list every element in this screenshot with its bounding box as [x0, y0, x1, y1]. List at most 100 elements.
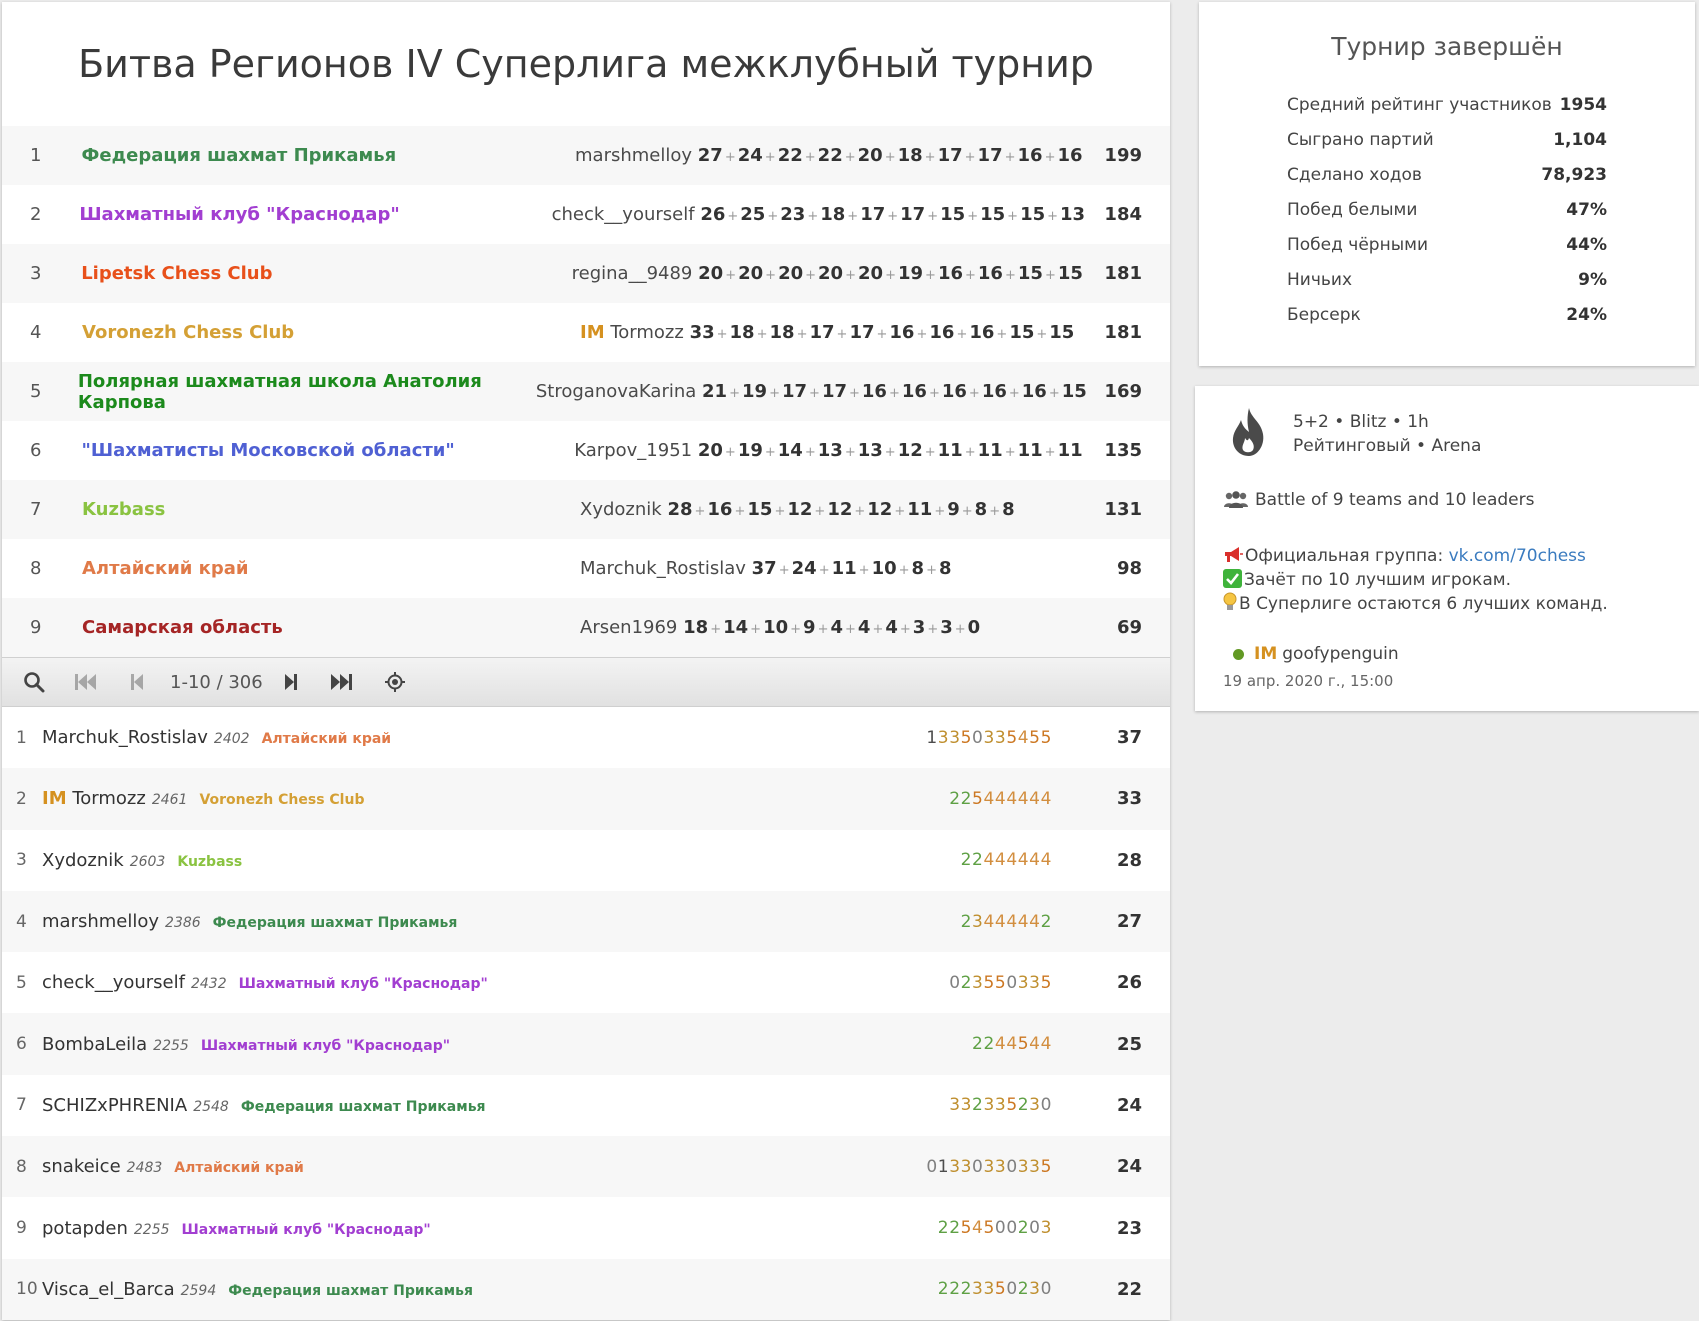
- plus-sign: +: [716, 327, 728, 342]
- leader-score: 16: [981, 381, 1007, 402]
- leader-name[interactable]: regina__9489: [572, 263, 693, 284]
- player-rank: 3: [16, 850, 27, 871]
- player-rank: 10: [16, 1279, 38, 1300]
- player-name[interactable]: Xydoznik: [42, 850, 124, 871]
- leader-name[interactable]: check__yourself: [552, 204, 695, 225]
- plus-sign: +: [1044, 268, 1056, 283]
- creator-title: IM: [1254, 644, 1278, 664]
- team-row[interactable]: 1 Федерация шахмат Прикамья marshmelloy 27…: [2, 126, 1170, 185]
- leader-name[interactable]: Karpov_1951: [574, 440, 692, 461]
- team-row[interactable]: 4 Voronezh Chess Club IM Tormozz 33 +18 +18 +…: [2, 303, 1170, 362]
- player-name[interactable]: check__yourself: [42, 972, 185, 993]
- search-button[interactable]: [8, 658, 60, 706]
- player-team[interactable]: Федерация шахмат Прикамья: [228, 1283, 473, 1299]
- player-team[interactable]: Kuzbass: [177, 854, 242, 870]
- leader-name[interactable]: Marchuk_Rostislav: [580, 558, 746, 579]
- player-name[interactable]: snakeice: [42, 1156, 121, 1177]
- leader-score: 17: [937, 145, 963, 166]
- player-team[interactable]: Алтайский край: [262, 731, 392, 747]
- plus-sign: +: [807, 209, 819, 224]
- player-name[interactable]: marshmelloy: [42, 911, 159, 932]
- leader-score: 3: [912, 617, 926, 638]
- player-row[interactable]: 5 check__yourself 2432 Шахматный клуб "Крас…: [2, 952, 1170, 1013]
- last-page-icon: [330, 674, 352, 690]
- team-row[interactable]: 6 "Шахматисты Московской области" Karpov_1…: [2, 421, 1170, 480]
- leader-name[interactable]: marshmelloy: [575, 145, 692, 166]
- player-row[interactable]: 8 snakeice 2483 Алтайский край 01330330335 24: [2, 1136, 1170, 1198]
- leader-score: 11: [831, 558, 857, 579]
- plus-sign: +: [804, 445, 816, 460]
- team-name[interactable]: Lipetsk Chess Club: [81, 263, 571, 284]
- player-name[interactable]: Visca_el_Barca: [42, 1279, 175, 1300]
- plus-sign: +: [854, 504, 866, 519]
- player-score-sheet: 2223350230: [937, 1279, 1052, 1300]
- last-page-button[interactable]: [311, 658, 373, 706]
- player-total-score: 27: [1116, 911, 1142, 933]
- plus-sign: +: [1044, 445, 1056, 460]
- leader-score: 18: [820, 204, 846, 225]
- team-row[interactable]: 5 Полярная шахматная школа Анатолия Карпо…: [2, 362, 1170, 421]
- next-page-button[interactable]: [271, 658, 311, 706]
- player-row[interactable]: 4 marshmelloy 2386 Федерация шахмат Прикамь…: [2, 890, 1170, 953]
- leader-score: 17: [977, 145, 1003, 166]
- leader-score: 12: [867, 499, 893, 520]
- leader-score: 13: [857, 440, 883, 461]
- player-team[interactable]: Шахматный клуб "Краснодар": [239, 976, 488, 992]
- team-row[interactable]: 3 Lipetsk Chess Club regina__9489 20 +20 +20…: [2, 244, 1170, 303]
- player-team[interactable]: Федерация шахмат Прикамья: [241, 1099, 486, 1115]
- player-name[interactable]: Tormozz: [72, 788, 145, 809]
- player-name[interactable]: potapden: [42, 1218, 128, 1239]
- team-row[interactable]: 2 Шахматный клуб "Краснодар" check__yourse…: [2, 185, 1170, 244]
- team-name[interactable]: Алтайский край: [82, 558, 580, 579]
- player-team[interactable]: Алтайский край: [174, 1160, 304, 1176]
- team-name[interactable]: Voronezh Chess Club: [82, 322, 580, 343]
- leader-name[interactable]: Tormozz: [610, 322, 683, 343]
- player-name[interactable]: Marchuk_Rostislav: [42, 727, 208, 748]
- leader-score: 20: [858, 263, 884, 284]
- leader-name[interactable]: StroganovaKarina: [536, 381, 696, 402]
- player-name[interactable]: BombaLeila: [42, 1034, 147, 1055]
- plus-sign: +: [1047, 209, 1059, 224]
- plus-sign: +: [750, 622, 762, 637]
- stat-value: 47%: [1566, 199, 1607, 220]
- leader-name[interactable]: Arsen1969: [580, 617, 677, 638]
- player-total-score: 37: [1116, 727, 1142, 749]
- player-row[interactable]: 3 Xydoznik 2603 Kuzbass 22444444 28: [2, 830, 1170, 891]
- player-score-sheet: 2254500203: [937, 1218, 1052, 1239]
- player-title: IM: [42, 788, 67, 810]
- plus-sign: +: [989, 504, 1001, 519]
- player-row[interactable]: 2 IM Tormozz 2461 Voronezh Chess Club 225444…: [2, 768, 1170, 830]
- team-row[interactable]: 7 Kuzbass Xydoznik 28 +16 +15 +12 +12 +12 +11 +9 +…: [2, 480, 1170, 539]
- player-team[interactable]: Voronezh Chess Club: [199, 792, 364, 808]
- tournament-title: Битва Регионов IV Суперлига межклубный т…: [78, 42, 1094, 86]
- player-row[interactable]: 1 Marchuk_Rostislav 2402 Алтайский край 1335…: [2, 707, 1170, 768]
- team-name[interactable]: Шахматный клуб "Краснодар": [79, 204, 551, 225]
- player-name[interactable]: SCHIZxPHRENIA: [42, 1095, 187, 1116]
- player-score-sheet: 13350335455: [926, 727, 1052, 748]
- player-row[interactable]: 7 SCHIZxPHRENIA 2548 Федерация шахмат Прика…: [2, 1075, 1170, 1136]
- player-row[interactable]: 9 potapden 2255 Шахматный клуб "Краснодар" 2…: [2, 1197, 1170, 1258]
- team-row[interactable]: 9 Самарская область Arsen1969 18 +14 +10 +9 +4…: [2, 598, 1170, 657]
- locate-me-button[interactable]: [373, 658, 417, 706]
- leader-score: 22: [817, 145, 843, 166]
- team-name[interactable]: Федерация шахмат Прикамья: [82, 145, 575, 166]
- team-name[interactable]: Самарская область: [82, 617, 580, 638]
- team-name[interactable]: "Шахматисты Московской области": [81, 440, 574, 461]
- player-team[interactable]: Федерация шахмат Прикамья: [213, 915, 458, 931]
- team-name[interactable]: Kuzbass: [82, 499, 580, 520]
- player-score-sheet: 01330330335: [926, 1156, 1052, 1177]
- plus-sign: +: [967, 209, 979, 224]
- team-name[interactable]: Полярная шахматная школа Анатолия Карпов…: [78, 371, 536, 413]
- player-row[interactable]: 6 BombaLeila 2255 Шахматный клуб "Краснодар…: [2, 1013, 1170, 1075]
- first-page-button[interactable]: [60, 658, 112, 706]
- player-team[interactable]: Шахматный клуб "Краснодар": [182, 1222, 431, 1238]
- player-team[interactable]: Шахматный клуб "Краснодар": [201, 1038, 450, 1054]
- tournament-creator[interactable]: IM goofypenguin: [1233, 644, 1399, 664]
- plus-sign: +: [1007, 209, 1019, 224]
- player-row[interactable]: 10 Visca_el_Barca 2594 Федерация шахмат При…: [2, 1258, 1170, 1320]
- leader-score: 17: [849, 322, 875, 343]
- team-row[interactable]: 8 Алтайский край Marchuk_Rostislav 37 +24 +1…: [2, 539, 1170, 598]
- prev-page-button[interactable]: [112, 658, 162, 706]
- leader-name[interactable]: Xydoznik: [580, 499, 662, 520]
- official-group-link[interactable]: vk.com/70chess: [1449, 546, 1586, 566]
